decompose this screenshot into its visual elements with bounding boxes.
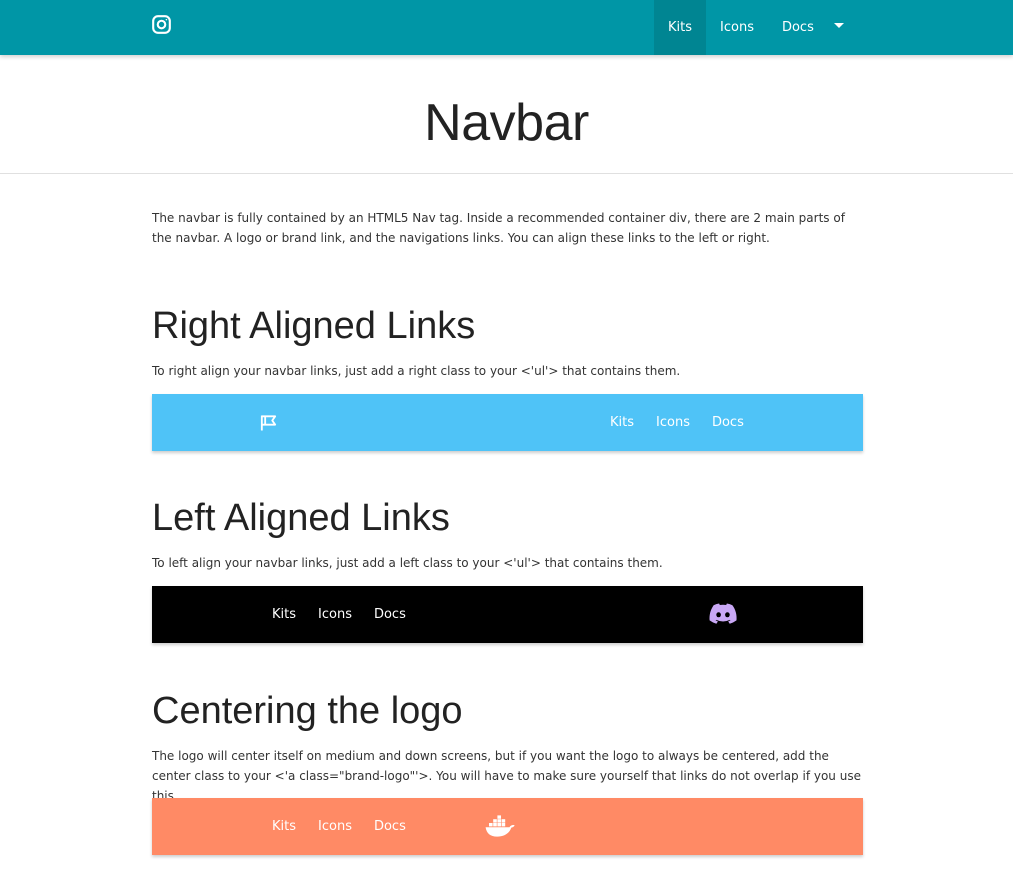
section-desc-left-aligned: To left align your navbar links, just ad… bbox=[152, 556, 663, 570]
top-nav-docs[interactable]: Docs bbox=[768, 0, 828, 55]
demo-navbar-right-aligned: Kits Icons Docs bbox=[152, 394, 863, 451]
top-navbar: Kits Icons Docs bbox=[0, 0, 1013, 55]
page-title: Navbar bbox=[424, 94, 589, 152]
page-header: Navbar bbox=[0, 55, 1013, 174]
section-title-left-aligned: Left Aligned Links bbox=[152, 497, 450, 539]
intro-text: The navbar is fully contained by an HTML… bbox=[152, 211, 845, 245]
demo-link-kits[interactable]: Kits bbox=[599, 415, 645, 430]
demo-links-right: Kits Icons Docs bbox=[599, 394, 755, 451]
demo-link-docs[interactable]: Docs bbox=[701, 415, 755, 430]
demo-links-left: Kits Icons Docs bbox=[261, 586, 417, 643]
section-desc-centering-logo: The logo will center itself on medium an… bbox=[152, 749, 861, 803]
dropdown-toggle[interactable] bbox=[827, 0, 851, 55]
section-title-right-aligned: Right Aligned Links bbox=[152, 305, 476, 347]
demo-link-docs[interactable]: Docs bbox=[363, 819, 417, 834]
demo-link-icons[interactable]: Icons bbox=[307, 607, 363, 622]
demo-link-kits[interactable]: Kits bbox=[261, 819, 307, 834]
docker-icon[interactable] bbox=[485, 815, 516, 841]
demo-link-kits[interactable]: Kits bbox=[261, 607, 307, 622]
discord-icon[interactable] bbox=[709, 603, 737, 629]
top-nav-links: Kits Icons Docs bbox=[654, 0, 828, 55]
caret-down-icon bbox=[834, 23, 844, 28]
section-desc-right-aligned: To right align your navbar links, just a… bbox=[152, 364, 681, 378]
demo-link-icons[interactable]: Icons bbox=[307, 819, 363, 834]
demo-navbar-centered-logo: Kits Icons Docs bbox=[152, 798, 863, 855]
section-title-centering-logo: Centering the logo bbox=[152, 690, 463, 732]
demo-link-docs[interactable]: Docs bbox=[363, 607, 417, 622]
top-nav-icons[interactable]: Icons bbox=[706, 0, 768, 55]
flag-icon[interactable] bbox=[258, 413, 279, 437]
top-nav-kits[interactable]: Kits bbox=[654, 0, 707, 55]
demo-links-centered: Kits Icons Docs bbox=[261, 798, 417, 855]
demo-navbar-left-aligned: Kits Icons Docs bbox=[152, 586, 863, 643]
instagram-icon[interactable] bbox=[151, 14, 172, 35]
demo-link-icons[interactable]: Icons bbox=[645, 415, 701, 430]
